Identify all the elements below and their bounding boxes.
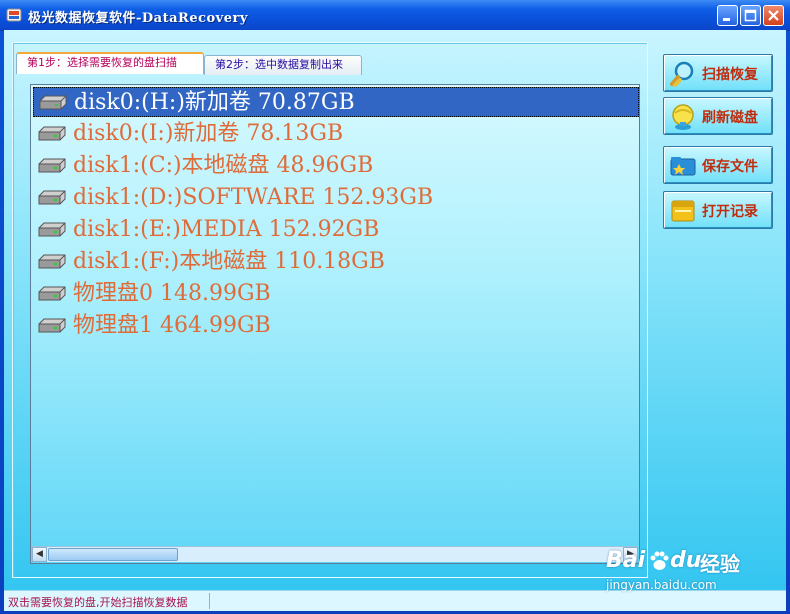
arrow-left-icon: ◀ (36, 549, 43, 559)
watermark-cn: 经验 (700, 552, 740, 576)
drive-label: disk1:(D:)SOFTWARE 152.93GB (73, 185, 434, 210)
drive-label: 物理盘1 464.99GB (73, 313, 271, 338)
app-window: 极光数据恢复软件-DataRecovery 第1步：选择需要恢复的盘扫描 第2步… (0, 0, 790, 614)
hard-drive-icon (38, 254, 66, 269)
drive-list-item[interactable]: disk1:(C:)本地磁盘 48.96GB (33, 151, 639, 181)
save-file-button[interactable]: 保存文件 (663, 146, 773, 184)
drive-label: disk1:(F:)本地磁盘 110.18GB (73, 249, 385, 274)
title-bar[interactable]: 极光数据恢复软件-DataRecovery (0, 0, 790, 31)
maximize-button[interactable] (740, 5, 761, 26)
open-record-label: 打开记录 (702, 204, 758, 220)
watermark-brand-tail: du (670, 548, 702, 573)
save-file-label: 保存文件 (702, 159, 758, 175)
hard-drive-icon (38, 158, 66, 173)
open-folder-icon (671, 200, 695, 222)
scan-recover-button[interactable]: 扫描恢复 (663, 54, 773, 92)
drive-list-item[interactable]: disk1:(D:)SOFTWARE 152.93GB (33, 183, 639, 213)
save-folder-icon (670, 157, 696, 176)
refresh-globe-icon (672, 104, 694, 130)
baidu-watermark: Bai du 经验 jingyan.baidu.com (606, 546, 746, 596)
scroll-thumb[interactable] (48, 548, 178, 561)
watermark-url: jingyan.baidu.com (606, 578, 717, 592)
drive-list-item[interactable]: 物理盘1 464.99GB (33, 311, 639, 341)
app-icon (6, 8, 22, 22)
minimize-icon (723, 18, 730, 21)
hard-drive-icon (39, 95, 67, 110)
close-icon (768, 10, 779, 21)
drive-list[interactable]: disk0:(H:)新加卷 70.87GB disk0:(I:)新加卷 78.13… (30, 84, 640, 564)
scan-recover-label: 扫描恢复 (702, 67, 758, 83)
watermark-brand: Bai (606, 548, 646, 573)
paw-icon (650, 551, 669, 570)
drive-list-item[interactable]: disk0:(I:)新加卷 78.13GB (33, 119, 639, 149)
drive-list-item[interactable]: disk1:(E:)MEDIA 152.92GB (33, 215, 639, 245)
drive-list-item[interactable]: 物理盘0 148.99GB (33, 279, 639, 309)
drive-label: 物理盘0 148.99GB (73, 281, 271, 306)
tab-step1[interactable]: 第1步：选择需要恢复的盘扫描 (16, 52, 204, 74)
status-text: 双击需要恢复的盘,开始扫描恢复数据 (8, 596, 188, 609)
hard-drive-icon (38, 318, 66, 333)
hard-drive-icon (38, 190, 66, 205)
magnifier-icon (670, 61, 694, 87)
drive-list-item[interactable]: disk0:(H:)新加卷 70.87GB (33, 87, 639, 117)
refresh-disk-label: 刷新磁盘 (702, 110, 758, 126)
drive-label: disk1:(E:)MEDIA 152.92GB (73, 217, 380, 242)
tab-step2[interactable]: 第2步：选中数据复制出来 (204, 55, 362, 75)
maximize-icon (744, 9, 757, 22)
window-title: 极光数据恢复软件-DataRecovery (28, 11, 248, 26)
drive-label: disk0:(I:)新加卷 78.13GB (73, 121, 344, 146)
drive-label: disk0:(H:)新加卷 70.87GB (74, 90, 355, 115)
hard-drive-icon (38, 126, 66, 141)
close-button[interactable] (763, 5, 784, 26)
scroll-left-button[interactable]: ◀ (32, 547, 47, 562)
hard-drive-icon (38, 286, 66, 301)
refresh-disk-button[interactable]: 刷新磁盘 (663, 97, 773, 135)
hard-drive-icon (38, 222, 66, 237)
drive-label: disk1:(C:)本地磁盘 48.96GB (73, 153, 374, 178)
minimize-button[interactable] (717, 5, 738, 26)
open-record-button[interactable]: 打开记录 (663, 191, 773, 229)
horizontal-scrollbar[interactable]: ◀ ▶ (32, 546, 638, 562)
status-separator (209, 593, 210, 609)
drive-list-item[interactable]: disk1:(F:)本地磁盘 110.18GB (33, 247, 639, 277)
